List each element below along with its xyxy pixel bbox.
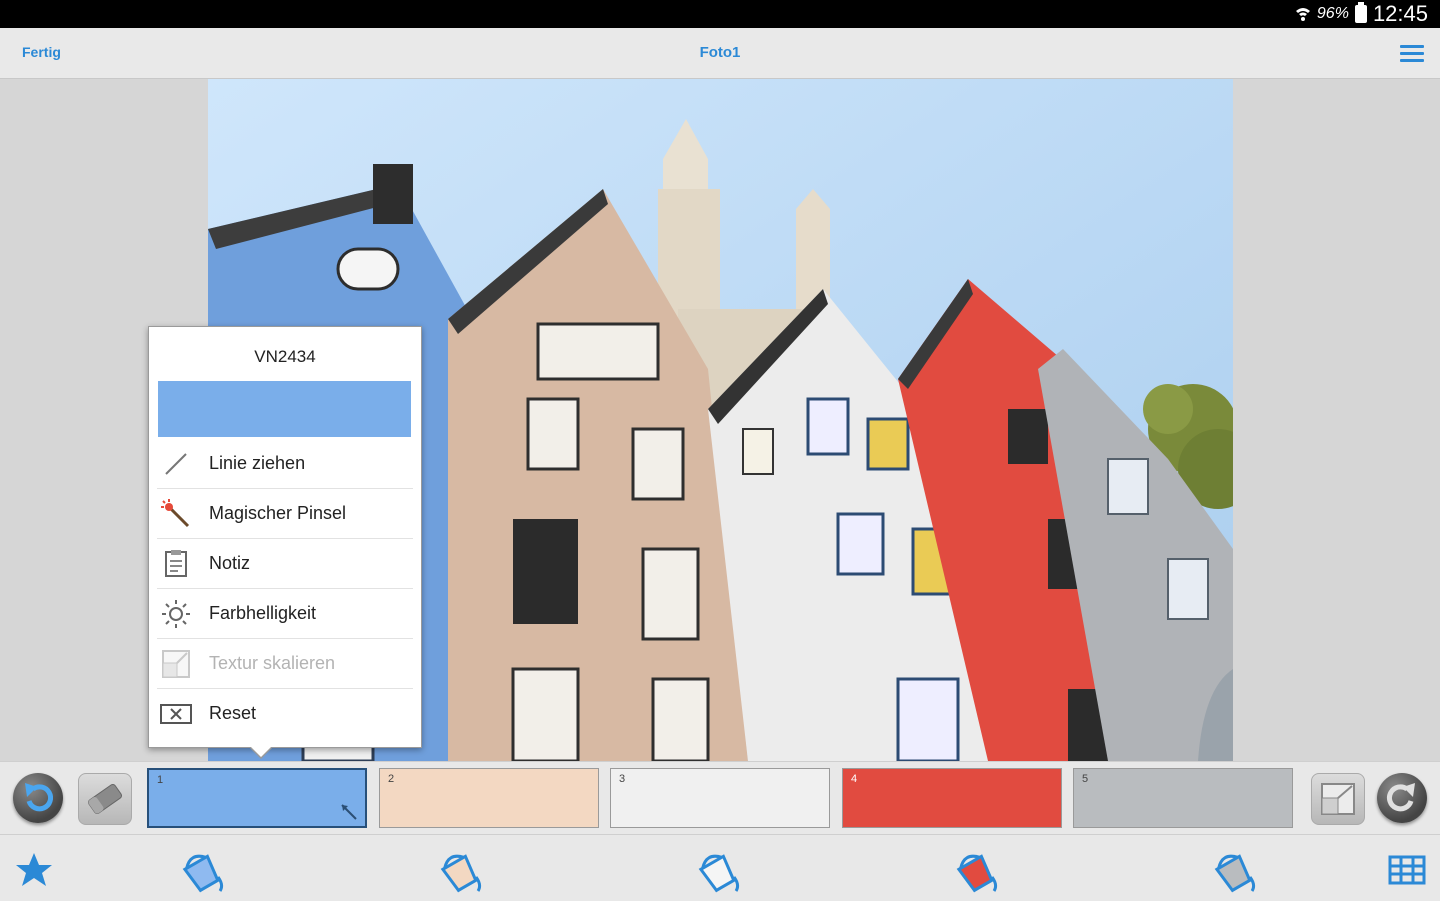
- line-draw-icon: [159, 447, 193, 481]
- paint-bucket-icon-4[interactable]: [952, 847, 1002, 893]
- swatch-number: 4: [851, 773, 858, 785]
- menu-item-label: Linie ziehen: [209, 453, 306, 473]
- menu-item-magischer-pinsel[interactable]: Magischer Pinsel: [157, 489, 413, 539]
- menu-item-label: Textur skalieren: [209, 653, 336, 673]
- menu-item-label: Magischer Pinsel: [209, 503, 347, 523]
- status-indicators: 96% 12:45: [1295, 1, 1428, 26]
- action-bar: Fertig Foto1: [0, 28, 1440, 79]
- menu-item-label: Notiz: [209, 553, 251, 573]
- color-swatch-5[interactable]: 5: [1073, 768, 1293, 828]
- menu-item-label: Farbhelligkeit: [209, 603, 317, 623]
- paint-bucket-icon-5[interactable]: [1210, 847, 1260, 893]
- texture-scale-icon: [1321, 783, 1355, 815]
- menu-item-farbhelligkeit[interactable]: Farbhelligkeit: [157, 589, 413, 639]
- color-strip: 1 2 3 4 5: [0, 761, 1440, 834]
- swatch-number: 1: [157, 774, 164, 786]
- paint-bucket-icon-2[interactable]: [436, 847, 486, 893]
- color-context-popup: VN2434 Linie ziehen Magischer Pinsel Not…: [148, 326, 422, 759]
- paint-bucket-icon-1[interactable]: [178, 847, 228, 893]
- redo-icon: [1386, 783, 1415, 812]
- redo-button[interactable]: [1377, 773, 1427, 823]
- battery-icon: [1354, 2, 1367, 23]
- undo-button[interactable]: [13, 773, 63, 823]
- color-swatch-3[interactable]: 3: [610, 768, 830, 828]
- menu-item-notiz[interactable]: Notiz: [157, 539, 413, 589]
- edit-pencil-icon: [341, 804, 357, 820]
- popup-menu-list: Linie ziehen Magischer Pinsel Notiz Farb…: [157, 439, 413, 738]
- star-icon[interactable]: [12, 847, 62, 893]
- color-code-label: VN2434: [254, 347, 316, 366]
- color-swatch-4[interactable]: 4: [842, 768, 1062, 828]
- selected-color-preview: [158, 381, 411, 437]
- swatch-number: 5: [1082, 773, 1089, 785]
- color-swatch-1[interactable]: 1: [147, 768, 367, 828]
- magic-wand-icon: [159, 497, 193, 531]
- status-bar: 96% 12:45: [0, 0, 1440, 28]
- color-swatch-2[interactable]: 2: [379, 768, 599, 828]
- texture-scale-button[interactable]: [1311, 773, 1365, 825]
- brightness-icon: [159, 597, 193, 631]
- eraser-icon: [87, 783, 123, 815]
- grid-icon[interactable]: [1382, 847, 1432, 893]
- paint-bucket-icon-3[interactable]: [694, 847, 744, 893]
- battery-percentage: 96%: [1316, 5, 1349, 22]
- page-title: Foto1: [699, 44, 741, 61]
- wifi-icon: [1295, 8, 1310, 21]
- swatch-number: 2: [388, 773, 395, 785]
- menu-item-linie-ziehen[interactable]: Linie ziehen: [157, 439, 413, 489]
- note-icon: [159, 547, 193, 581]
- reset-icon: [159, 697, 193, 731]
- bottom-toolbar: [0, 834, 1440, 901]
- hamburger-menu-icon[interactable]: [1400, 45, 1424, 63]
- menu-item-textur-skalieren: Textur skalieren: [157, 639, 413, 689]
- texture-scale-icon: [159, 647, 193, 681]
- menu-item-label: Reset: [209, 703, 257, 723]
- eraser-button[interactable]: [78, 773, 132, 825]
- clock: 12:45: [1372, 1, 1428, 26]
- menu-item-reset[interactable]: Reset: [157, 689, 413, 738]
- swatch-number: 3: [619, 773, 626, 785]
- undo-icon: [25, 783, 54, 812]
